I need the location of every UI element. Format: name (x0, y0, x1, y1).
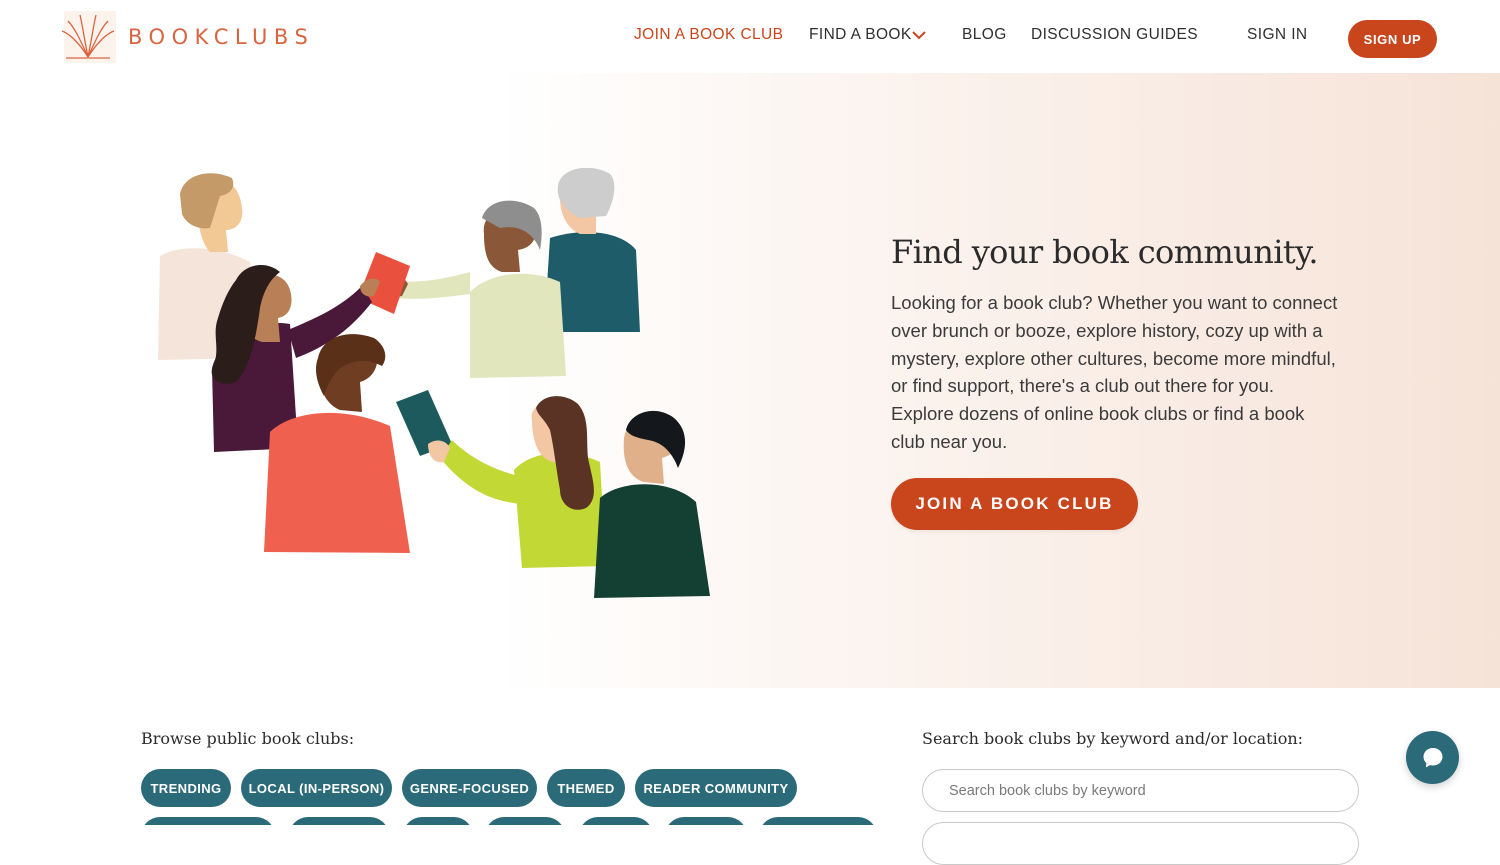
chip-themed[interactable]: THEMED (547, 769, 625, 807)
site-logo[interactable]: BOOKCLUBS (60, 11, 314, 63)
book-fan-logo-icon (61, 11, 116, 63)
site-header: BOOKCLUBS JOIN A BOOK CLUB FIND A BOOK B… (0, 0, 1500, 73)
location-search-input[interactable] (922, 822, 1359, 865)
logo-wordmark: BOOKCLUBS (128, 25, 315, 49)
hero-description: Looking for a book club? Whether you wan… (891, 292, 1338, 452)
keyword-search-input[interactable] (922, 769, 1359, 812)
chip-row2-6[interactable] (665, 817, 747, 825)
sign-up-button[interactable]: SIGN UP (1348, 20, 1437, 58)
book-club-people-illustration (158, 168, 710, 598)
nav-sign-in[interactable]: SIGN IN (1247, 26, 1308, 44)
nav-find-a-book[interactable]: FIND A BOOK (809, 26, 926, 44)
hero-title: Find your book community. (891, 233, 1319, 271)
nav-blog[interactable]: BLOG (962, 26, 1007, 44)
chip-genre-focused[interactable]: GENRE-FOCUSED (402, 769, 537, 807)
chip-reader-community[interactable]: READER COMMUNITY (635, 769, 797, 807)
chat-bubble-icon (1423, 747, 1442, 767)
nav-discussion-guides[interactable]: DISCUSSION GUIDES (1031, 26, 1198, 44)
nav-find-a-book-label: FIND A BOOK (809, 26, 912, 43)
chip-row2-3[interactable] (403, 817, 473, 825)
chip-row2-2[interactable] (289, 817, 389, 825)
browse-heading: Browse public book clubs: (141, 729, 355, 748)
chip-row2-4[interactable] (485, 817, 565, 825)
join-book-club-button[interactable]: JOIN A BOOK CLUB (891, 478, 1138, 530)
chip-local-in-person[interactable]: LOCAL (IN-PERSON) (241, 769, 392, 807)
chip-trending[interactable]: TRENDING (141, 769, 231, 807)
chip-row2-7[interactable] (759, 817, 877, 825)
chip-row2-5[interactable] (579, 817, 653, 825)
hero-section: Find your book community. Looking for a … (0, 73, 1500, 688)
nav-join-book-club[interactable]: JOIN A BOOK CLUB (634, 26, 783, 44)
search-heading: Search book clubs by keyword and/or loca… (922, 729, 1304, 748)
chat-widget-button[interactable] (1406, 731, 1459, 784)
browse-chip-list: TRENDING LOCAL (IN-PERSON) GENRE-FOCUSED… (141, 769, 901, 825)
chip-row2-1[interactable] (141, 817, 275, 825)
chevron-down-icon (911, 31, 926, 40)
